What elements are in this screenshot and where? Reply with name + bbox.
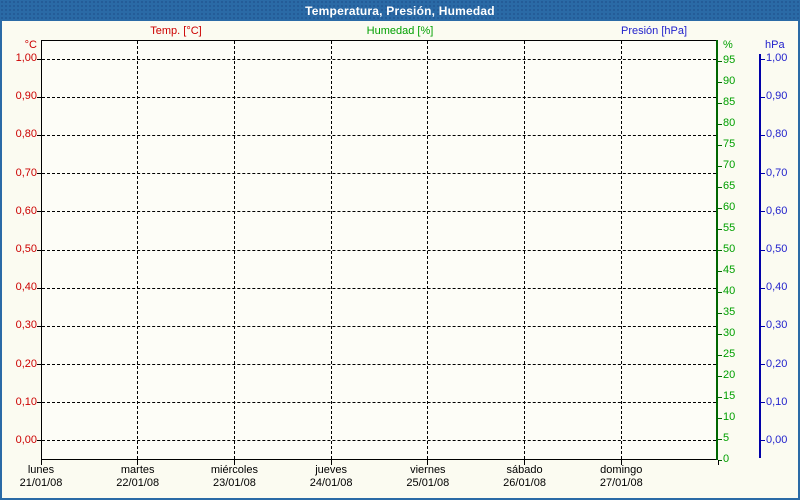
page-title: Temperatura, Presión, Humedad: [305, 3, 495, 18]
legend-item-temperature: Temp. [°C]: [150, 25, 202, 37]
legend-item-humidity: Humedad [%]: [366, 25, 434, 37]
axis-header-hpa: hPa: [765, 39, 785, 51]
legend-item-pressure: Presión [hPa]: [620, 25, 688, 37]
pressure-axis-line: [759, 54, 761, 458]
plot-area: [41, 40, 718, 460]
title-bar: Temperatura, Presión, Humedad: [0, 0, 800, 21]
app-window: Temperatura, Presión, Humedad Temp. [°C]…: [0, 0, 800, 500]
humidity-axis-line: [716, 40, 718, 460]
axis-header-celsius: °C: [24, 39, 37, 51]
axis-header-percent: %: [723, 39, 733, 51]
